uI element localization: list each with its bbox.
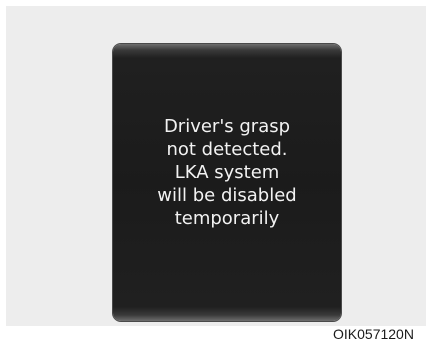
cluster-display: Driver's grasp not detected. LKA system … [113,44,341,321]
illustration-panel: Driver's grasp not detected. LKA system … [6,6,426,326]
lka-warning-message: Driver's grasp not detected. LKA system … [113,115,341,230]
message-line-3: LKA system [174,162,280,183]
figure-code: OIK057120N [333,326,414,342]
message-line-5: temporarily [174,208,280,229]
message-line-4: will be disabled [157,185,297,206]
message-line-1: Driver's grasp [163,116,291,137]
message-line-2: not detected. [166,139,288,160]
